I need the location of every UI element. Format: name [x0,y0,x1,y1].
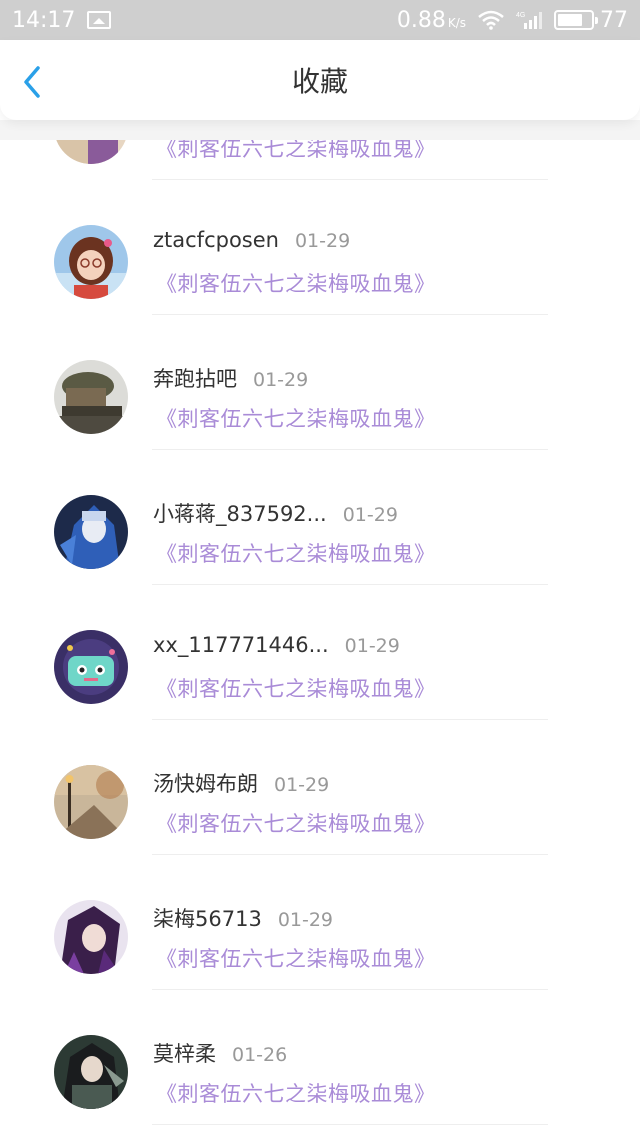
book-title-link[interactable]: 《刺客伍六七之柒梅吸血鬼》 [156,268,436,298]
name-row: 柒梅56713 01-29 [153,903,333,933]
user-name: 奔跑拈吧 [153,367,237,391]
status-bar: 14:17 0.88 K/s 4G 77 [0,0,640,40]
avatar[interactable] [54,630,128,704]
signal-icon: 4G [516,10,542,30]
list-item[interactable]: ztacfcposen 01-29 《刺客伍六七之柒梅吸血鬼》 [0,180,640,315]
name-row: 奔跑拈吧 01-29 [153,363,308,393]
network-speed: 0.88 K/s [397,8,466,33]
image-notification-icon [87,11,112,29]
battery-indicator: 77 [554,8,628,33]
item-date: 01-29 [274,774,330,796]
item-date: 01-29 [277,909,334,931]
book-title-link[interactable]: 《刺客伍六七之柒梅吸血鬼》 [156,1078,436,1108]
list-item[interactable]: 小蒋蒋_837592... 01-29 《刺客伍六七之柒梅吸血鬼》 [0,450,640,585]
item-date: 01-26 [232,1044,288,1066]
book-title-link[interactable]: 《刺客伍六七之柒梅吸血鬼》 [156,403,436,433]
avatar[interactable] [54,765,128,839]
book-title-link[interactable]: 《刺客伍六七之柒梅吸血鬼》 [156,538,436,568]
network-speed-unit: K/s [447,15,466,30]
list-item[interactable]: 奔跑拈吧 01-29 《刺客伍六七之柒梅吸血鬼》 [0,315,640,450]
avatar[interactable] [54,225,128,299]
anime-blue-avatar-icon [54,495,128,569]
name-row: 小蒋蒋_837592... 01-29 [153,498,398,528]
chevron-left-icon [24,66,40,98]
avatar[interactable] [54,495,128,569]
status-time: 14:17 [12,7,76,33]
status-right: 0.88 K/s 4G 77 [397,8,628,33]
item-date: 01-29 [253,369,309,391]
list-item[interactable]: 柒梅56713 01-29 《刺客伍六七之柒梅吸血鬼》 [0,855,640,990]
user-name: xx_117771446... [153,633,329,657]
dark-anime-avatar-icon [54,1035,128,1109]
battery-percent: 77 [600,7,628,33]
autumn-street-avatar-icon [54,765,128,839]
list-item[interactable]: xx_117771446... 01-29 《刺客伍六七之柒梅吸血鬼》 [0,585,640,720]
item-date: 01-29 [344,635,400,657]
list-item[interactable]: 汤快姆布朗 01-29 《刺客伍六七之柒梅吸血鬼》 [0,720,640,855]
mei-avatar-icon [54,225,128,299]
avatar[interactable] [54,360,128,434]
network-type-label: 4G [516,12,525,19]
purple-anime-avatar-icon [54,900,128,974]
header-shadow [0,120,640,140]
name-row: 汤快姆布朗 01-29 [153,768,329,798]
battery-tip [595,17,598,24]
avatar[interactable] [54,900,128,974]
favorites-list: 《刺客伍六七之柒梅吸血鬼》 ztacfcposen 01-29 《刺客伍六七之柒… [0,90,640,1138]
name-row: xx_117771446... 01-29 [153,633,400,657]
wifi-icon [478,10,504,30]
battery-icon [554,10,598,30]
name-row: 莫梓柔 01-26 [153,1038,287,1068]
status-left: 14:17 [12,7,112,33]
user-name: ztacfcposen [153,228,279,252]
network-speed-value: 0.88 [396,7,446,33]
robot-avatar-icon [54,630,128,704]
soldier-avatar-icon [54,360,128,434]
user-name: 小蒋蒋_837592... [153,502,327,526]
book-title-link[interactable]: 《刺客伍六七之柒梅吸血鬼》 [156,673,436,703]
page-title: 收藏 [291,65,348,98]
back-button[interactable] [14,64,50,100]
user-name: 汤快姆布朗 [153,772,258,796]
list-item[interactable]: 莫梓柔 01-26 《刺客伍六七之柒梅吸血鬼》 [0,990,640,1125]
book-title-link[interactable]: 《刺客伍六七之柒梅吸血鬼》 [156,808,436,838]
book-title-link[interactable]: 《刺客伍六七之柒梅吸血鬼》 [156,943,436,973]
item-date: 01-29 [294,230,351,252]
avatar[interactable] [54,1035,128,1109]
app-header: 收藏 [0,40,640,120]
user-name: 柒梅56713 [153,907,262,931]
battery-level-fill [558,14,582,26]
user-name: 莫梓柔 [153,1042,216,1066]
name-row: ztacfcposen 01-29 [153,228,350,252]
item-date: 01-29 [342,504,398,526]
